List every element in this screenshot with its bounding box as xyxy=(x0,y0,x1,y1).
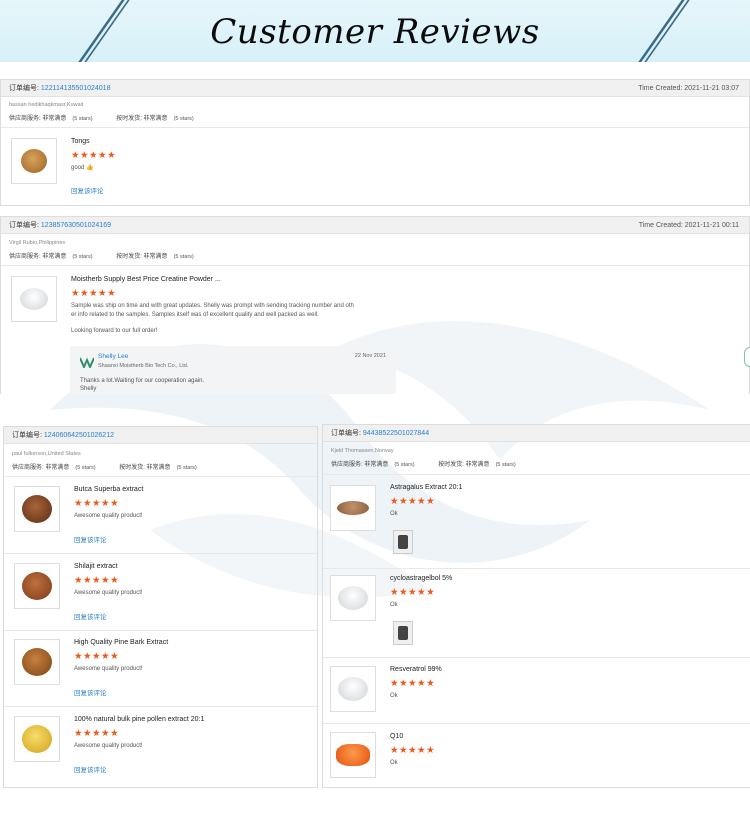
order-header: 订单编号: 94438522501027844 xyxy=(323,425,750,442)
divider xyxy=(323,723,750,724)
divider xyxy=(1,127,749,128)
buyer-name: Kjeld Thomassen,Norway xyxy=(331,448,394,454)
review-photo[interactable] xyxy=(393,621,413,645)
star-rating: ★★★★★ xyxy=(390,496,436,507)
order-number[interactable]: 123857630501024169 xyxy=(41,222,111,229)
reply-date: 22 Nov 2021 xyxy=(354,353,386,359)
service-rating: 供应商服务: 非常满意 (5 stars) 按时发货: 非常满意 (5 stars) xyxy=(331,462,516,468)
order-number[interactable]: 122114135501024018 xyxy=(41,85,111,92)
star-rating: ★★★★★ xyxy=(71,288,117,299)
order-label: 订单编号: xyxy=(9,85,39,92)
product-name[interactable]: Butca Superba extract xyxy=(74,486,143,493)
product-thumbnail[interactable] xyxy=(330,732,376,778)
product-thumbnail[interactable] xyxy=(14,716,60,762)
review-card-4: 订单编号: 94438522501027844 Kjeld Thomassen,… xyxy=(322,424,750,788)
order-label: 订单编号: xyxy=(12,432,42,439)
star-rating: ★★★★★ xyxy=(390,745,436,756)
review-text: er info related to the samples. Samples … xyxy=(71,312,319,318)
review-text: Awesome quality product! xyxy=(74,743,143,749)
divider xyxy=(323,568,750,569)
banner: Customer Reviews xyxy=(0,0,750,62)
buyer-name: Virgil Rubio,Philippines xyxy=(9,240,66,246)
review-text: good 👍 xyxy=(71,165,94,171)
review-text: Ok xyxy=(390,760,398,766)
company-logo-icon xyxy=(80,357,94,368)
product-thumbnail[interactable] xyxy=(14,563,60,609)
seller-reply: Shelly Lee Shaanxi Moistherb Bio Tech Co… xyxy=(70,346,396,394)
product-name[interactable]: Tongs xyxy=(71,138,90,145)
product-name[interactable]: Resveratrol 99% xyxy=(390,666,442,673)
product-thumbnail[interactable] xyxy=(11,138,57,184)
divider xyxy=(4,706,317,707)
time-created: Time Created: 2021-11-21 00:11 xyxy=(638,222,739,229)
product-name[interactable]: cycloastragelbol 5% xyxy=(390,575,452,582)
buyer-name: hassan hedikhaqkmasr,Kuwait xyxy=(9,102,84,108)
product-name[interactable]: 100% natural bulk pine pollen extract 20… xyxy=(74,716,204,723)
chat-widget-tab[interactable] xyxy=(744,347,750,367)
star-rating: ★★★★★ xyxy=(74,728,120,739)
page: Customer Reviews 订单编号: 12211413550102401… xyxy=(0,0,750,827)
divider xyxy=(1,265,749,266)
reply-link[interactable]: 回复该评论 xyxy=(74,687,107,697)
order-label: 订单编号: xyxy=(331,430,361,437)
review-text: Awesome quality product! xyxy=(74,513,143,519)
reply-link[interactable]: 回复该评论 xyxy=(74,534,107,544)
product-thumbnail[interactable] xyxy=(14,639,60,685)
review-text: Ok xyxy=(390,511,398,517)
divider xyxy=(4,476,317,477)
divider xyxy=(323,474,750,475)
order-header: 订单编号: 122114135501024018 Time Created: 2… xyxy=(1,80,749,97)
reply-company: Shaanxi Moistherb Bio Tech Co., Ltd. xyxy=(98,363,189,369)
reply-message: Thanks a lot.Waiting for our cooperation… xyxy=(80,378,205,392)
product-thumbnail[interactable] xyxy=(14,486,60,532)
reply-link[interactable]: 回复该评论 xyxy=(74,611,107,621)
product-thumbnail[interactable] xyxy=(330,575,376,621)
buyer-name: paul fulkerson,United States xyxy=(12,451,81,457)
divider xyxy=(4,553,317,554)
review-text: Awesome quality product! xyxy=(74,590,143,596)
service-rating: 供应商服务: 非常满意 (5 stars) 按时发货: 非常满意 (5 stars) xyxy=(12,465,197,471)
review-text: Ok xyxy=(390,602,398,608)
product-name[interactable]: Q10 xyxy=(390,733,403,740)
star-rating: ★★★★★ xyxy=(74,651,120,662)
star-rating: ★★★★★ xyxy=(74,498,120,509)
service-rating: 供应商服务: 非常满意 (5 stars) 按时发货: 非常满意 (5 stars) xyxy=(9,116,194,122)
review-photo[interactable] xyxy=(393,530,413,554)
reply-link[interactable]: 回复该评论 xyxy=(71,185,104,195)
review-card-3: 订单编号: 124060642501026212 paul fulkerson,… xyxy=(3,426,318,788)
reply-author: Shelly Lee xyxy=(98,353,129,360)
banner-title: Customer Reviews xyxy=(210,12,540,52)
product-name[interactable]: Moistherb Supply Best Price Creatine Pow… xyxy=(71,276,221,283)
review-text: Sample was ship on time and with great u… xyxy=(71,303,354,309)
star-rating: ★★★★★ xyxy=(71,150,117,161)
star-rating: ★★★★★ xyxy=(74,575,120,586)
time-created: Time Created: 2021-11-21 03:07 xyxy=(638,85,739,92)
service-rating: 供应商服务: 非常满意 (5 stars) 按时发货: 非常满意 (5 stars) xyxy=(9,254,194,260)
review-card-1: 订单编号: 122114135501024018 Time Created: 2… xyxy=(0,79,750,206)
divider xyxy=(4,630,317,631)
product-thumbnail[interactable] xyxy=(330,666,376,712)
order-header: 订单编号: 124060642501026212 xyxy=(4,427,317,444)
order-number[interactable]: 94438522501027844 xyxy=(363,430,429,437)
star-rating: ★★★★★ xyxy=(390,587,436,598)
review-text: Looking forward to our full order! xyxy=(71,328,158,334)
product-name[interactable]: Astragalus Extract 20:1 xyxy=(390,484,462,491)
product-name[interactable]: High Quality Pine Bark Extract xyxy=(74,639,168,646)
divider xyxy=(323,657,750,658)
review-text: Ok xyxy=(390,693,398,699)
review-text: Awesome quality product! xyxy=(74,666,143,672)
product-thumbnail[interactable] xyxy=(11,276,57,322)
order-label: 订单编号: xyxy=(9,222,39,229)
product-thumbnail[interactable] xyxy=(330,485,376,531)
order-number[interactable]: 124060642501026212 xyxy=(44,432,114,439)
product-name[interactable]: Shilajit extract xyxy=(74,563,118,570)
reply-link[interactable]: 回复该评论 xyxy=(74,764,107,774)
star-rating: ★★★★★ xyxy=(390,678,436,689)
order-header: 订单编号: 123857630501024169 Time Created: 2… xyxy=(1,217,749,234)
